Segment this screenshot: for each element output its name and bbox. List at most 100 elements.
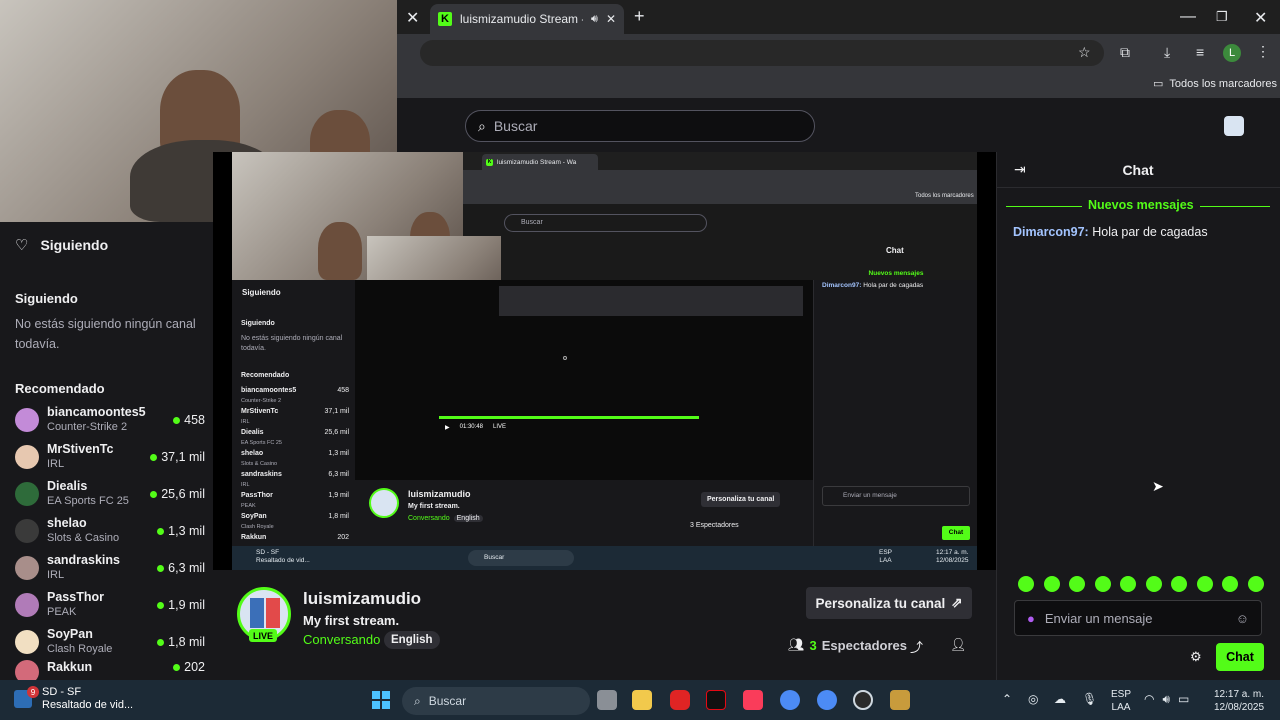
restore-icon[interactable]: ❐ bbox=[1216, 9, 1228, 25]
taskbar-app-info[interactable]: SD - SF Resaltado de vid... bbox=[42, 686, 133, 712]
sidebar-item-biancamoontes5[interactable]: biancamoontes5 Counter-Strike 2 458 bbox=[15, 402, 205, 438]
avatar bbox=[15, 482, 39, 506]
nested-chat-send: Chat bbox=[942, 526, 970, 540]
emote-icon[interactable] bbox=[1069, 576, 1086, 592]
channel-name: MrStivenTc bbox=[47, 442, 114, 456]
search-icon: ⌕ bbox=[478, 117, 486, 134]
emote-icon[interactable] bbox=[1018, 576, 1034, 592]
channel-name: shelao bbox=[47, 516, 87, 530]
chat-username[interactable]: Dimarcon97: bbox=[1013, 225, 1089, 239]
follow-user-icon[interactable]: 👤︎ bbox=[950, 637, 967, 653]
live-dot-icon bbox=[157, 527, 165, 535]
sidebar-following-header[interactable]: ♡ Siguiendo bbox=[15, 236, 108, 254]
channel-category: Counter-Strike 2 bbox=[47, 421, 128, 433]
youtube-icon[interactable] bbox=[670, 690, 690, 710]
sidebar-item-rakkun[interactable]: Rakkun 202 bbox=[15, 660, 205, 680]
music-icon[interactable] bbox=[743, 690, 763, 710]
channel-name: biancamoontes5 bbox=[47, 405, 146, 419]
chevron-up-icon[interactable]: ⌃ bbox=[1002, 692, 1012, 706]
profile-avatar[interactable]: L bbox=[1223, 44, 1241, 62]
customize-channel-button[interactable]: Personaliza tu canal ⇗ bbox=[806, 587, 972, 619]
emote-icon[interactable] bbox=[1247, 576, 1264, 592]
system-tray[interactable]: ◠ 🔊︎ ▭ bbox=[1144, 692, 1189, 707]
live-dot-icon bbox=[157, 638, 165, 646]
emote-icon[interactable] bbox=[1222, 576, 1239, 592]
microphone-icon[interactable]: ● bbox=[1027, 611, 1035, 626]
emote-icon[interactable] bbox=[1043, 576, 1060, 592]
minimize-icon[interactable]: — bbox=[1180, 8, 1196, 26]
emote-bar bbox=[1018, 576, 1264, 592]
folder-icon: ▭ bbox=[1153, 78, 1164, 90]
close-tab-icon[interactable]: ✕ bbox=[406, 8, 419, 28]
channel-name[interactable]: luismizamudio bbox=[303, 589, 421, 609]
chat-send-button[interactable]: Chat bbox=[1216, 643, 1264, 671]
viewers-icon: 👥︎ bbox=[788, 637, 805, 652]
speaker-icon[interactable]: 🔊︎ bbox=[591, 13, 598, 26]
following-subtitle: Siguiendo bbox=[15, 291, 78, 306]
netflix-icon[interactable] bbox=[706, 690, 726, 710]
chat-input-placeholder: Enviar un mensaje bbox=[1044, 610, 1153, 626]
sidebar-item-mrstiventc[interactable]: MrStivenTc IRL 37,1 mil bbox=[15, 439, 205, 475]
language-tag[interactable]: English bbox=[384, 631, 440, 649]
task-view-icon[interactable] bbox=[597, 690, 617, 710]
taskbar-app-title: SD - SF bbox=[42, 686, 82, 698]
extensions-icon[interactable]: ⧉ bbox=[1120, 44, 1130, 61]
nested-following-empty: No estás siguiendo ningún canal todavía. bbox=[241, 335, 343, 352]
menu-icon[interactable]: ⋮ bbox=[1256, 43, 1270, 60]
chrome-profile-icon[interactable] bbox=[817, 690, 837, 710]
sidebar-item-sandraskins[interactable]: sandraskins IRL 6,3 mil bbox=[15, 550, 205, 586]
channel-category: Slots & Casino bbox=[47, 532, 120, 544]
sidebar-item-shelao[interactable]: shelao Slots & Casino 1,3 mil bbox=[15, 513, 205, 549]
search-input[interactable]: ⌕ Buscar bbox=[465, 110, 815, 142]
close-tab-icon[interactable]: ✕ bbox=[606, 12, 616, 26]
bookmarks-label: Todos los marcadores bbox=[1169, 77, 1278, 90]
emoji-icon[interactable]: ☺ bbox=[1236, 611, 1249, 626]
cloud-icon[interactable]: ☁ bbox=[1054, 692, 1066, 706]
stream-category[interactable]: Conversando bbox=[303, 632, 380, 647]
emote-icon[interactable] bbox=[1171, 576, 1188, 592]
live-dot-icon bbox=[173, 416, 181, 424]
sidebar-item-diealis[interactable]: Diealis EA Sports FC 25 25,6 mil bbox=[15, 476, 205, 512]
microphone-icon[interactable]: 🎙︎ bbox=[1082, 692, 1097, 706]
emote-icon[interactable] bbox=[1196, 576, 1213, 592]
chat-input[interactable]: ● Enviar un mensaje ☺ bbox=[1014, 600, 1262, 636]
avatar bbox=[15, 660, 39, 680]
taskbar-search[interactable]: ⌕ Buscar bbox=[402, 687, 590, 715]
clock[interactable]: 12:17 a. m. 12/08/2025 bbox=[1206, 688, 1272, 714]
tray-icon[interactable]: ◎ bbox=[1028, 692, 1038, 706]
game-icon[interactable] bbox=[890, 690, 910, 710]
viewer-count: 6,3 mil bbox=[157, 561, 205, 575]
address-bar[interactable] bbox=[420, 40, 1104, 66]
battery-icon: ▭ bbox=[1178, 692, 1190, 706]
nested-search-text: Buscar bbox=[521, 219, 543, 226]
windows-start-icon[interactable] bbox=[372, 691, 390, 709]
chat-message: Dimarcon97: Hola par de cagadas bbox=[1013, 225, 1208, 239]
star-icon[interactable]: ☆ bbox=[1078, 44, 1091, 61]
stream-title: My first stream. bbox=[303, 613, 400, 628]
sidebar-item-passthor[interactable]: PassThor PEAK 1,9 mil bbox=[15, 587, 205, 623]
avatar bbox=[15, 556, 39, 580]
new-tab-icon[interactable]: + bbox=[634, 6, 645, 27]
all-bookmarks-folder[interactable]: ▭ Todos los marcadores bbox=[1153, 77, 1278, 91]
viewer-count-value: 1,9 mil bbox=[168, 598, 205, 612]
media-icon[interactable]: ≡ bbox=[1196, 44, 1204, 60]
nested-channel-tags: Conversando English bbox=[408, 515, 483, 522]
sidebar-item-soypan[interactable]: SoyPan Clash Royale 1,8 mil bbox=[15, 624, 205, 660]
language-indicator[interactable]: ESP LAA bbox=[1106, 688, 1136, 714]
file-explorer-icon[interactable] bbox=[632, 690, 652, 710]
chrome-icon[interactable] bbox=[780, 690, 800, 710]
clock-date: 12/08/2025 bbox=[1213, 702, 1265, 713]
gear-icon[interactable]: ⚙ bbox=[1190, 649, 1202, 665]
emote-icon[interactable] bbox=[1145, 576, 1162, 592]
nested-video: ▶ 01:30:48 LIVE bbox=[355, 280, 813, 480]
emote-icon[interactable] bbox=[1120, 576, 1137, 592]
obs-icon[interactable] bbox=[853, 690, 873, 710]
user-avatar[interactable] bbox=[1224, 116, 1244, 136]
nested-tb-search: Buscar bbox=[468, 550, 574, 566]
download-icon[interactable]: ⤓ bbox=[1164, 44, 1170, 61]
emote-icon[interactable] bbox=[1094, 576, 1111, 592]
viewer-count: 458 bbox=[173, 413, 205, 427]
share-icon[interactable]: ⤴ bbox=[910, 637, 923, 656]
browser-tab-active[interactable]: K luismizamudio Stream - Wa 🔊︎ ✕ bbox=[430, 4, 624, 34]
close-window-icon[interactable]: ✕ bbox=[1254, 8, 1267, 28]
